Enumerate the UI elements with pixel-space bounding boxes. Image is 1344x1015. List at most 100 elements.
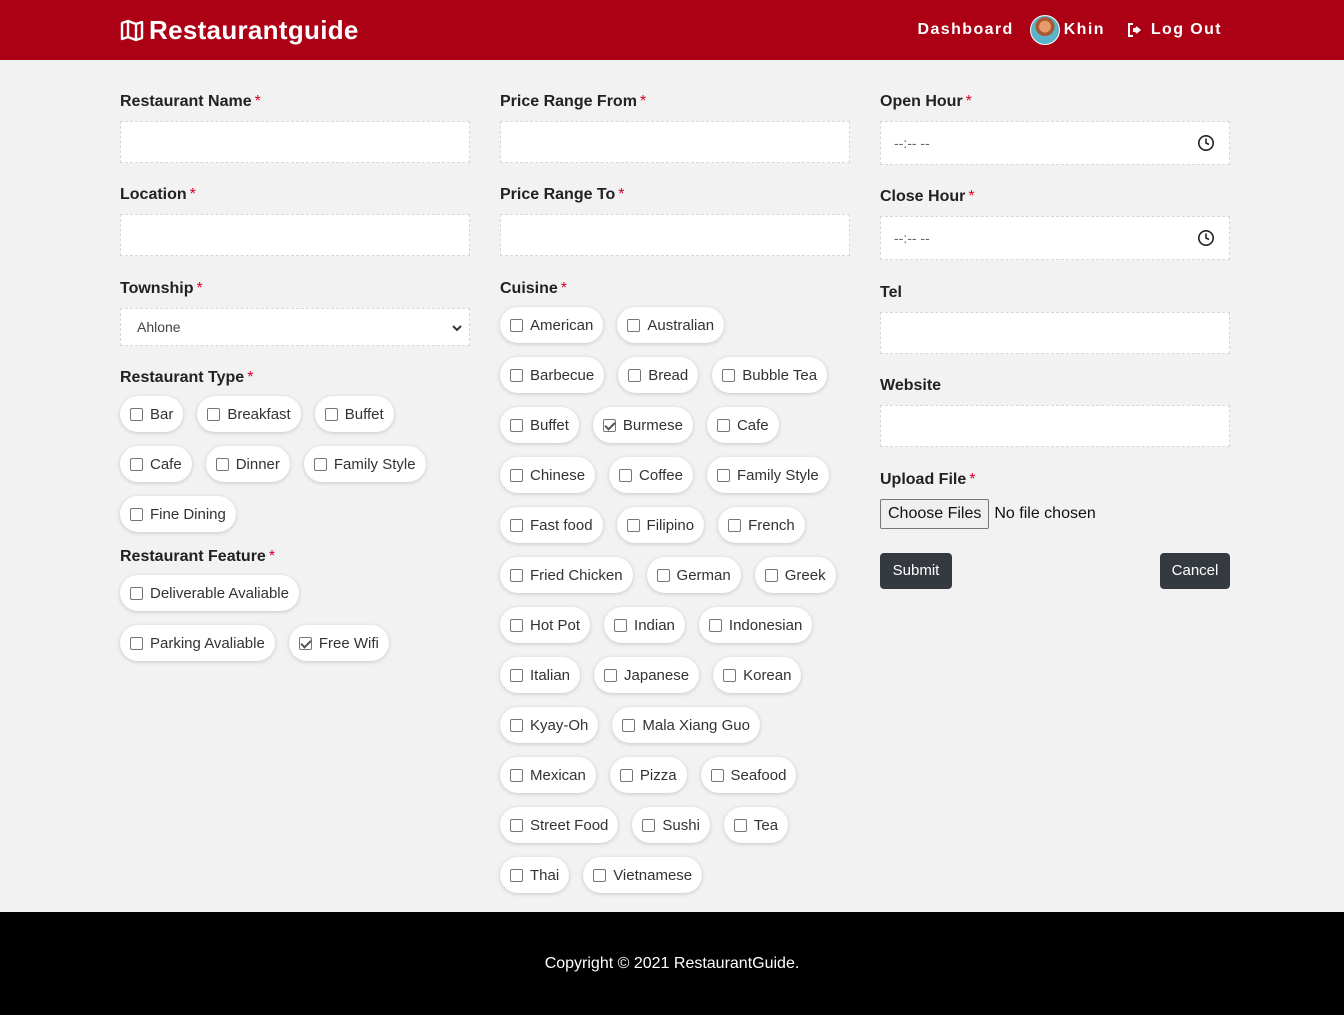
checkbox[interactable] (510, 618, 523, 632)
cuisine-option[interactable]: Kyay-Oh (500, 707, 599, 743)
checkbox[interactable] (130, 636, 143, 650)
cuisine-option[interactable]: Pizza (609, 757, 687, 793)
cuisine-option[interactable]: Barbecue (500, 357, 605, 393)
cuisine-option[interactable]: Mala Xiang Guo (612, 707, 760, 743)
checkbox[interactable] (723, 668, 737, 682)
checkbox[interactable] (627, 318, 641, 332)
checkbox[interactable] (628, 368, 642, 382)
checkbox[interactable] (619, 468, 633, 482)
checkbox[interactable] (510, 718, 523, 732)
checkbox[interactable] (510, 868, 523, 882)
cuisine-option[interactable]: American (500, 307, 604, 343)
checkbox[interactable] (716, 468, 730, 482)
checkbox[interactable] (604, 668, 618, 682)
tel-input[interactable] (880, 312, 1230, 354)
checkbox[interactable] (510, 368, 523, 382)
restaurant-name-input[interactable] (120, 121, 470, 163)
checkbox[interactable] (728, 518, 742, 532)
restaurant-type-option[interactable]: Buffet (314, 396, 394, 432)
checkbox[interactable] (510, 668, 523, 682)
checkbox[interactable] (619, 768, 633, 782)
checkbox[interactable] (130, 457, 143, 471)
open-hour-input[interactable]: --:-- -- (880, 121, 1230, 165)
checkbox[interactable] (710, 768, 724, 782)
checkbox[interactable] (130, 507, 143, 521)
checkbox[interactable] (510, 318, 523, 332)
cuisine-option[interactable]: Buffet (500, 407, 579, 443)
township-select[interactable]: Ahlone (120, 308, 470, 346)
cuisine-option[interactable]: French (718, 507, 805, 543)
cuisine-option[interactable]: Filipino (616, 507, 705, 543)
price-from-input[interactable] (500, 121, 850, 163)
checkbox[interactable] (764, 568, 778, 582)
checkbox[interactable] (733, 818, 747, 832)
checkbox[interactable] (716, 418, 730, 432)
cuisine-option[interactable]: Indian (604, 607, 685, 643)
checkbox[interactable] (130, 407, 143, 421)
cuisine-option[interactable]: Seafood (700, 757, 797, 793)
location-input[interactable] (120, 214, 470, 256)
checkbox[interactable] (510, 768, 523, 782)
cuisine-option[interactable]: Tea (723, 807, 789, 843)
cuisine-option[interactable]: Family Style (706, 457, 829, 493)
cuisine-option[interactable]: Street Food (500, 807, 619, 843)
cuisine-option[interactable]: Bread (618, 357, 699, 393)
checkbox[interactable] (722, 368, 736, 382)
checkbox[interactable] (656, 568, 670, 582)
checkbox[interactable] (642, 818, 656, 832)
cancel-button[interactable]: Cancel (1160, 553, 1230, 589)
restaurant-feature-option[interactable]: Deliverable Avaliable (120, 575, 299, 611)
dashboard-link[interactable]: Dashboard (918, 21, 1014, 39)
checkbox[interactable] (622, 718, 636, 732)
cuisine-option[interactable]: Burmese (592, 407, 693, 443)
checkbox[interactable] (510, 568, 523, 582)
restaurant-type-option[interactable]: Breakfast (197, 396, 301, 432)
cuisine-option[interactable]: Italian (500, 657, 581, 693)
cuisine-option[interactable]: Hot Pot (500, 607, 591, 643)
checkbox[interactable] (708, 618, 722, 632)
cuisine-option[interactable]: Fried Chicken (500, 557, 633, 593)
cuisine-option[interactable]: Chinese (500, 457, 596, 493)
cuisine-option[interactable]: Thai (500, 857, 570, 893)
submit-button[interactable]: Submit (880, 553, 952, 589)
checkbox[interactable] (298, 636, 312, 650)
checkbox[interactable] (313, 457, 327, 471)
checkbox[interactable] (510, 518, 523, 532)
brand-logo[interactable]: Restaurantguide (120, 14, 359, 46)
checkbox[interactable] (207, 407, 221, 421)
checkbox[interactable] (510, 818, 523, 832)
checkbox[interactable] (510, 418, 523, 432)
checkbox[interactable] (215, 457, 229, 471)
cuisine-option[interactable]: Cafe (706, 407, 779, 443)
cuisine-option[interactable]: Mexican (500, 757, 596, 793)
checkbox[interactable] (510, 468, 523, 482)
checkbox[interactable] (324, 407, 338, 421)
restaurant-type-option[interactable]: Family Style (303, 446, 426, 482)
cuisine-option[interactable]: Australian (617, 307, 725, 343)
cuisine-option[interactable]: Vietnamese (583, 857, 703, 893)
cuisine-option[interactable]: Indonesian (698, 607, 813, 643)
restaurant-feature-option[interactable]: Parking Avaliable (120, 625, 275, 661)
checkbox[interactable] (593, 868, 607, 882)
cuisine-option[interactable]: Japanese (594, 657, 700, 693)
cuisine-option[interactable]: Greek (754, 557, 836, 593)
website-input[interactable] (880, 405, 1230, 447)
close-hour-input[interactable]: --:-- -- (880, 216, 1230, 260)
user-menu[interactable]: Khin (1029, 15, 1105, 45)
logout-link[interactable]: Log Out (1127, 21, 1222, 39)
clock-icon[interactable] (1197, 229, 1215, 247)
price-to-input[interactable] (500, 214, 850, 256)
restaurant-feature-option[interactable]: Free Wifi (288, 625, 389, 661)
restaurant-type-option[interactable]: Fine Dining (120, 496, 236, 532)
checkbox[interactable] (626, 518, 640, 532)
checkbox[interactable] (602, 418, 616, 432)
checkbox[interactable] (130, 586, 143, 600)
checkbox[interactable] (614, 618, 628, 632)
cuisine-option[interactable]: Coffee (609, 457, 693, 493)
restaurant-type-option[interactable]: Bar (120, 396, 184, 432)
cuisine-option[interactable]: Sushi (632, 807, 710, 843)
choose-files-button[interactable]: Choose Files (880, 499, 990, 529)
restaurant-type-option[interactable]: Dinner (205, 446, 290, 482)
cuisine-option[interactable]: Korean (713, 657, 802, 693)
restaurant-type-option[interactable]: Cafe (120, 446, 192, 482)
